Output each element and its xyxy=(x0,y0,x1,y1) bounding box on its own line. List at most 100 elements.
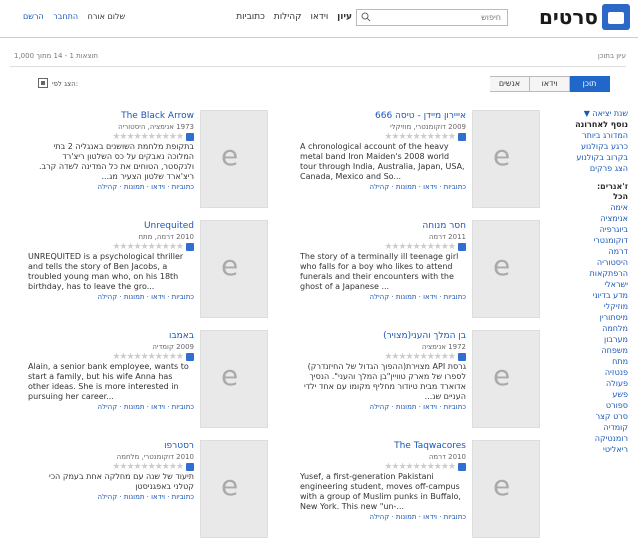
result-title[interactable]: חסר מנוחה xyxy=(300,220,466,232)
nav-subtitles[interactable]: כתוביות xyxy=(236,12,265,22)
genre-item[interactable]: מלחמה xyxy=(552,323,628,334)
genre-item[interactable]: ספורט xyxy=(552,400,628,411)
tab-content[interactable]: תוכן xyxy=(570,76,610,92)
result-links[interactable]: כתוביות · וידאו · תמונות · קהילה xyxy=(300,292,466,302)
result-card[interactable]: Unrequited2010 דרמה, מתח★★★★★★★★★★UNREQU… xyxy=(28,220,268,318)
result-links[interactable]: כתוביות · וידאו · תמונות · קהילה xyxy=(28,292,194,302)
breadcrumb: עיון בתוכן xyxy=(597,52,626,60)
result-description: UNREQUITED is a psychological thriller a… xyxy=(28,252,184,291)
result-links[interactable]: כתוביות · וידאו · תמונות · קהילה xyxy=(300,182,466,192)
genre-item[interactable]: הרפתקאות xyxy=(552,268,628,279)
genre-item[interactable]: רומנטיקה xyxy=(552,433,628,444)
sort-recent[interactable]: נוסף לאחרונה xyxy=(552,119,628,130)
poster-image[interactable] xyxy=(200,220,268,318)
genre-item[interactable]: מיסתורין xyxy=(552,312,628,323)
sort-episodes[interactable]: הצג פרקים xyxy=(552,163,628,174)
result-links[interactable]: כתוביות · וידאו · תמונות · קהילה xyxy=(28,182,194,192)
result-card[interactable]: The Taqwacores2010 דרמה★★★★★★★★★★Yusef, … xyxy=(300,440,540,538)
result-title[interactable]: רסטרפו xyxy=(28,440,194,452)
poster-image[interactable] xyxy=(200,330,268,428)
signup-link[interactable]: הרשם xyxy=(23,12,44,21)
genre-item[interactable]: ישראלי xyxy=(552,279,628,290)
genre-item[interactable]: סרט קצר xyxy=(552,411,628,422)
result-info: אייירון מיידן - טיסה 666 2009 דוקומנטרי, … xyxy=(300,110,466,192)
poster-image[interactable] xyxy=(472,220,540,318)
genre-item[interactable]: קומדיה xyxy=(552,422,628,433)
result-card[interactable]: רסטרפו2010 דוקומנטרי, מלחמה★★★★★★★★★★תיע… xyxy=(28,440,268,538)
sort-top[interactable]: המדורג ביותר xyxy=(552,130,628,141)
top-bar: סרטים חיפוש עיון וידאו קהילות כתוביות של… xyxy=(0,0,638,38)
poster-image[interactable] xyxy=(472,330,540,428)
genre-item[interactable]: דרמה xyxy=(552,246,628,257)
rating-stars[interactable]: ★★★★★★★★★★ xyxy=(300,132,466,142)
result-meta: 2010 דרמה, מתח xyxy=(138,233,194,241)
result-title[interactable]: The Taqwacores xyxy=(300,440,466,452)
login-link[interactable]: התחבר xyxy=(53,12,78,21)
result-title[interactable]: בן המלך והעני(מצויר) xyxy=(300,330,466,342)
result-card[interactable]: באמבו2009 קומדיה★★★★★★★★★★Alain, a senio… xyxy=(28,330,268,428)
rating-stars[interactable]: ★★★★★★★★★★ xyxy=(300,242,466,252)
grid-view-icon[interactable] xyxy=(38,78,48,88)
result-description: Alain, a senior bank employee, wants to … xyxy=(28,362,189,401)
nav-communities[interactable]: קהילות xyxy=(274,12,302,22)
genre-item[interactable]: אנימציה xyxy=(552,213,628,224)
rating-stars[interactable]: ★★★★★★★★★★ xyxy=(300,462,466,472)
sort-now[interactable]: כרגע בקולנוע xyxy=(552,141,628,152)
genre-item[interactable]: ריאליטי xyxy=(552,444,628,455)
poster-image[interactable] xyxy=(200,110,268,208)
rating-stars[interactable]: ★★★★★★★★★★ xyxy=(28,462,194,472)
genre-item[interactable]: פשע xyxy=(552,389,628,400)
search-input[interactable]: חיפוש xyxy=(356,9,508,26)
nav-video[interactable]: וידאו xyxy=(310,12,328,22)
genre-item[interactable]: ביוגרפיה xyxy=(552,224,628,235)
poster-image[interactable] xyxy=(472,110,540,208)
genre-item[interactable]: אימה xyxy=(552,202,628,213)
rating-stars[interactable]: ★★★★★★★★★★ xyxy=(28,352,194,362)
result-meta: 2010 דרמה xyxy=(428,453,466,461)
result-title[interactable]: באמבו xyxy=(28,330,194,342)
results-grid: אייירון מיידן - טיסה 6662009 דוקומנטרי, … xyxy=(28,108,540,538)
nav-browse[interactable]: עיון xyxy=(337,12,352,22)
genre-item[interactable]: משפחה xyxy=(552,345,628,356)
media-badge-icon xyxy=(186,132,194,141)
greeting: שלום אורח xyxy=(87,12,126,21)
genre-item[interactable]: דוקומנטרי xyxy=(552,235,628,246)
genre-item[interactable]: מערבון xyxy=(552,334,628,345)
result-card[interactable]: The Black Arrow1973 אנימציה, היסטוריה★★★… xyxy=(28,110,268,208)
result-info: The Taqwacores 2010 דרמה ★★★★★★★★★★ Yusef, … xyxy=(300,440,466,522)
genre-item[interactable]: מדע בדיוני xyxy=(552,290,628,301)
search-icon[interactable] xyxy=(361,12,371,22)
poster-image[interactable] xyxy=(200,440,268,538)
poster-image[interactable] xyxy=(472,440,540,538)
result-card[interactable]: אייירון מיידן - טיסה 6662009 דוקומנטרי, … xyxy=(300,110,540,208)
sort-soon[interactable]: בקרוב בקולנוע xyxy=(552,152,628,163)
result-info: רסטרפו 2010 דוקומנטרי, מלחמה ★★★★★★★★★★ תיע… xyxy=(28,440,194,502)
rating-stars[interactable]: ★★★★★★★★★★ xyxy=(28,242,194,252)
site-logo[interactable]: סרטים xyxy=(539,4,630,30)
result-links[interactable]: כתוביות · וידאו · תמונות · קהילה xyxy=(300,512,466,522)
genre-item[interactable]: פעולה xyxy=(552,378,628,389)
genre-item[interactable]: היסטוריה xyxy=(552,257,628,268)
rating-stars[interactable]: ★★★★★★★★★★ xyxy=(300,352,466,362)
result-links[interactable]: כתוביות · וידאו · תמונות · קהילה xyxy=(300,402,466,412)
genre-item[interactable]: הכל xyxy=(552,191,628,202)
genre-item[interactable]: מתח xyxy=(552,356,628,367)
result-links[interactable]: כתוביות · וידאו · תמונות · קהילה xyxy=(28,402,194,412)
divider xyxy=(10,66,626,67)
tab-video[interactable]: וידאו xyxy=(530,76,570,92)
tab-people[interactable]: אנשים xyxy=(490,76,530,92)
rating-stars[interactable]: ★★★★★★★★★★ xyxy=(28,132,194,142)
result-title[interactable]: Unrequited xyxy=(28,220,194,232)
result-card[interactable]: חסר מנוחה2011 דרמה★★★★★★★★★★The story of… xyxy=(300,220,540,318)
result-info: חסר מנוחה 2011 דרמה ★★★★★★★★★★ The story of… xyxy=(300,220,466,302)
genre-item[interactable]: מוזיקלי xyxy=(552,301,628,312)
media-badge-icon xyxy=(186,352,194,361)
media-badge-icon xyxy=(458,242,466,251)
genre-item[interactable]: פנטזיה xyxy=(552,367,628,378)
result-card[interactable]: בן המלך והעני(מצויר)1972 אנימציה★★★★★★★★… xyxy=(300,330,540,428)
media-badge-icon xyxy=(186,242,194,251)
result-links[interactable]: כתוביות · וידאו · תמונות · קהילה xyxy=(28,492,194,502)
result-title[interactable]: The Black Arrow xyxy=(28,110,194,122)
result-title[interactable]: אייירון מיידן - טיסה 666 xyxy=(300,110,466,122)
sort-header[interactable]: שנת יציאה ▼ xyxy=(552,108,628,119)
